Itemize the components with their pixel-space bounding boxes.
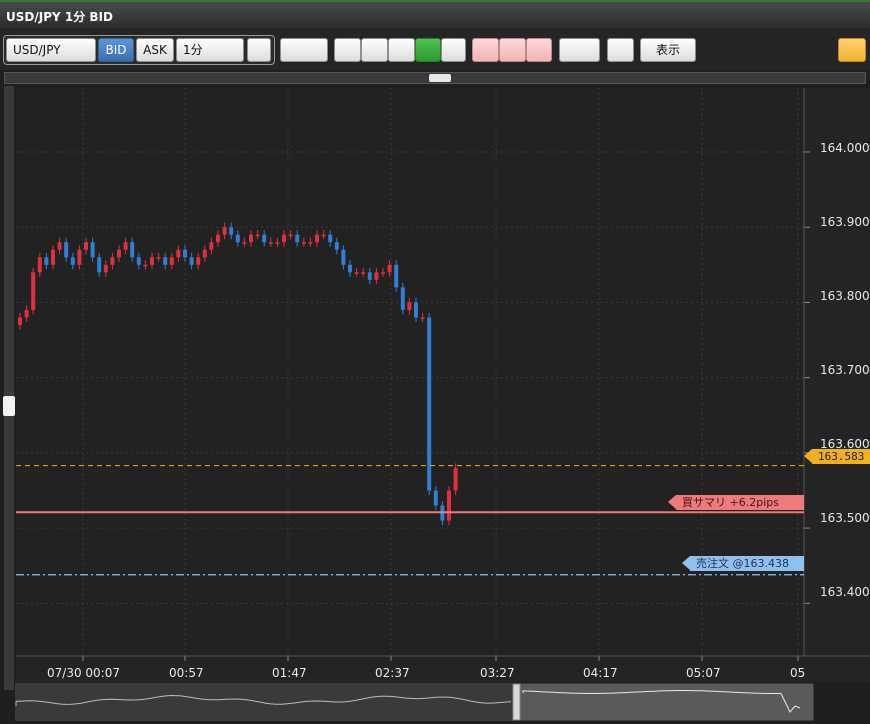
navigator-history [16,684,516,720]
candle-body [282,234,286,243]
candle-body [447,490,451,521]
candle-body [321,234,326,237]
y-tick-label: 163.700 [820,363,870,377]
buy-summary-tag[interactable]: 買サマリ +6.2pips [676,495,804,510]
candle-body [209,242,214,250]
candle-body [229,227,234,235]
candle-body [123,242,128,250]
buy-summary-pointer [668,495,676,509]
candle-body [136,257,141,265]
candle-body [242,242,247,244]
y-tick-label: 163.800 [820,289,870,303]
candle-body [130,242,135,258]
candle-body [196,257,201,265]
candle-body [183,249,187,258]
candle-body [24,309,29,318]
candle-body [222,227,227,235]
candle-body [341,249,346,265]
candle-body [348,264,352,273]
candle-body [308,242,313,244]
candle-body [110,257,115,265]
candle-body [420,317,425,319]
y-tick-label: 163.600 [820,437,870,451]
candle-body [51,249,55,265]
candle-body [255,234,260,237]
y-tick-label: 163.900 [820,215,870,229]
candle-body [268,242,273,244]
chart-window: USD/JPY 1分 BID USD/JPY BID ASK 1分 表示 163… [0,0,870,724]
x-tick-label: 02:37 [375,666,410,680]
candle-body [414,302,418,318]
candle-body [288,234,293,237]
candle-body [163,257,168,265]
candle-body [84,242,88,250]
y-tick-label: 163.500 [820,511,870,525]
candle-body [354,272,359,274]
candle-body [97,257,102,273]
candle-body [453,467,458,491]
candle-body [301,242,306,244]
x-tick-label: 03:27 [480,666,515,680]
navigator-window[interactable] [516,684,813,720]
candle-body [117,249,121,258]
candle-body [150,257,154,265]
x-tick-label: 04:17 [583,666,618,680]
candle-body [176,249,181,258]
candle-body [103,264,108,273]
candle-body [31,272,36,310]
candle-body [44,257,49,265]
candle-body [235,234,240,243]
candle-body [394,264,399,288]
candle-body [295,234,300,243]
plot-area[interactable] [16,88,804,656]
candle-body [70,257,75,265]
candle-body [367,272,372,280]
candle-body [328,234,333,243]
x-tick-label: 05 [790,666,806,680]
y-tick-label: 164.000 [820,141,870,155]
candle-body [216,234,220,243]
candle-body [37,257,42,273]
candle-body [57,242,62,250]
sell-order-pointer [682,556,690,570]
y-tick-label: 163.400 [820,585,870,599]
navigator-handle[interactable] [512,683,521,721]
candle-body [433,490,438,506]
candle-body [374,272,379,280]
candle-body [387,264,392,273]
candle-body [169,257,174,265]
candle-body [143,264,148,267]
candle-body [407,302,412,310]
candle-body [18,317,22,325]
x-tick-label: 07/30 00:07 [47,666,120,680]
sell-order-tag[interactable]: 売注文 @163.438 [690,556,804,571]
current-price-pointer [804,449,812,463]
candle-body [334,242,339,250]
candle-body [202,249,207,258]
candle-body [361,272,366,274]
candle-body [189,257,194,265]
candle-body [315,234,319,243]
x-tick-label: 00:57 [169,666,204,680]
candle-body [77,249,82,265]
candle-body [90,242,95,258]
candle-body [381,272,385,274]
current-price-tag: 163.583 [812,449,870,464]
candle-body [64,242,69,258]
time-axis [16,656,870,682]
x-tick-label: 01:47 [272,666,307,680]
price-chart[interactable] [0,0,870,724]
candle-body [249,234,253,243]
candle-body [275,242,280,244]
candle-body [400,287,405,310]
candle-body [427,317,432,491]
candle-body [156,257,161,259]
candle-body [262,234,267,243]
x-tick-label: 05:07 [686,666,721,680]
